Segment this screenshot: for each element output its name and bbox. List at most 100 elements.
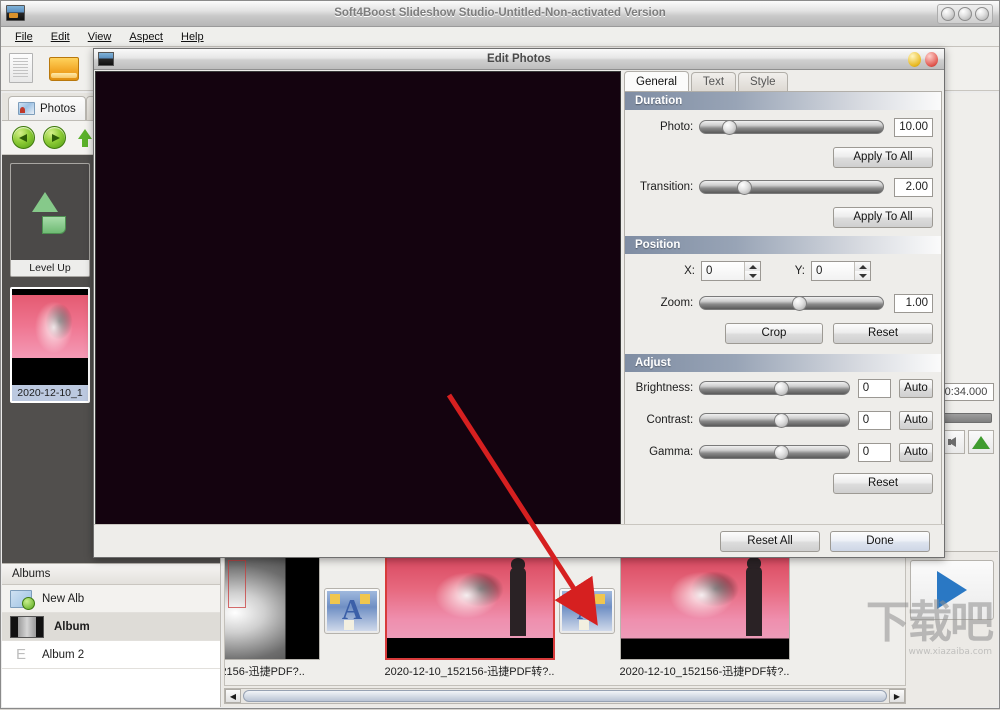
grid-item-label: 2020-12-10_1 [12,385,88,401]
slide-thumbnail[interactable] [224,555,320,660]
minimize-button[interactable] [941,7,955,21]
position-x-increment[interactable] [745,262,760,271]
filmstrip-slide[interactable]: 2020-12-10_152156-迅捷PDF转?.. [382,555,557,685]
transition-duration-value[interactable]: 2.00 [894,178,933,197]
gamma-label: Gamma: [633,446,693,458]
new-album-icon [10,590,32,608]
application-window: Soft4Boost Slideshow Studio-Untitled-Non… [0,0,1000,709]
timecode-display: 0:34.000 [938,383,994,401]
reset-all-button[interactable]: Reset All [720,531,820,552]
filmstrip-transition[interactable] [557,555,617,667]
position-x-value[interactable]: 0 [702,262,744,280]
menu-bar: File Edit View Aspect Help [1,27,999,47]
zoom-value[interactable]: 1.00 [894,294,933,313]
section-header-duration: Duration [625,92,941,110]
up-arrow-icon [30,190,70,234]
tab-general[interactable]: General [624,71,689,91]
photo-preview[interactable] [95,71,621,526]
section-header-position: Position [625,236,941,254]
filmstrip-scrollbar[interactable]: ◀ ▶ [224,688,906,704]
transition-duration-label: Transition: [633,181,693,193]
close-button[interactable] [975,7,989,21]
minimize-button[interactable] [908,52,921,67]
close-button[interactable] [925,52,938,67]
zoom-slider[interactable] [699,296,884,310]
filmstrip-track[interactable]: 0-12-10_152156-迅捷PDF?.. 2020-12-10_15215… [224,554,906,686]
photos-icon [18,102,35,115]
list-item-label: New Alb [42,593,84,605]
gamma-auto-button[interactable]: Auto [899,443,933,462]
contrast-slider[interactable] [699,413,850,427]
edit-photos-dialog: Edit Photos General [93,48,945,558]
dialog-title-bar: Edit Photos [94,49,944,70]
tab-photos[interactable]: Photos [8,96,86,120]
dialog-window-controls [908,52,938,67]
contrast-label: Contrast: [633,414,693,426]
adjust-reset-button[interactable]: Reset [833,473,933,494]
grid-item-level-up[interactable]: Level Up [10,163,90,277]
list-item-album-2[interactable]: E Album 2 [2,641,220,669]
slide-thumbnail-selected[interactable] [385,555,555,660]
position-y-stepper[interactable]: 0 [811,261,871,281]
albums-header: Albums [2,563,220,585]
scrollbar-thumb[interactable] [243,690,887,702]
position-y-label: Y: [761,265,805,277]
position-y-increment[interactable] [855,262,870,271]
brightness-label: Brightness: [633,382,693,394]
slide-thumbnail[interactable] [620,555,790,660]
position-y-decrement[interactable] [855,271,870,280]
position-x-stepper[interactable]: 0 [701,261,761,281]
scroll-left-icon[interactable]: ◀ [225,689,241,703]
transition-duration-slider[interactable] [699,180,884,194]
apply-photo-duration-to-all-button[interactable]: Apply To All [833,147,933,168]
list-item-album[interactable]: Album [2,613,220,641]
tab-photos-label: Photos [40,103,76,115]
brightness-auto-button[interactable]: Auto [899,379,933,398]
list-item-new-album[interactable]: New Alb [2,585,220,613]
tab-text[interactable]: Text [691,72,736,91]
filmstrip-slide[interactable]: 2020-12-10_152156-迅捷PDF转?.. [617,555,792,685]
title-bar: Soft4Boost Slideshow Studio-Untitled-Non… [1,1,999,27]
menu-item-aspect[interactable]: Aspect [121,29,171,45]
window-controls[interactable] [937,4,993,24]
position-reset-button[interactable]: Reset [833,323,933,344]
brightness-slider[interactable] [699,381,850,395]
done-button[interactable]: Done [830,531,930,552]
position-x-decrement[interactable] [745,271,760,280]
volume-slider[interactable] [940,413,992,423]
menu-item-edit[interactable]: Edit [43,29,78,45]
menu-item-help[interactable]: Help [173,29,212,45]
apply-transition-duration-to-all-button[interactable]: Apply To All [833,207,933,228]
menu-item-file[interactable]: File [7,29,41,45]
filmstrip-transition[interactable] [322,555,382,667]
green-triangle-icon[interactable] [968,430,994,454]
back-arrow-icon[interactable] [12,126,35,149]
position-x-label: X: [633,265,695,277]
player-side-strip: 0:34.000 [938,93,998,551]
new-document-icon[interactable] [9,53,39,85]
brightness-value[interactable]: 0 [858,379,891,398]
gamma-slider[interactable] [699,445,850,459]
next-arrow-icon[interactable] [910,560,994,620]
maximize-button[interactable] [958,7,972,21]
transition-icon [327,591,377,631]
grid-item-photo[interactable]: 2020-12-10_1 [10,287,90,403]
contrast-value[interactable]: 0 [858,411,891,430]
photo-duration-value[interactable]: 10.00 [894,118,933,137]
crop-button[interactable]: Crop [725,323,823,344]
dialog-title: Edit Photos [94,53,944,65]
gamma-value[interactable]: 0 [858,443,891,462]
contrast-auto-button[interactable]: Auto [899,411,933,430]
grid-item-label: Level Up [11,260,89,276]
scroll-right-icon[interactable]: ▶ [889,689,905,703]
section-header-adjust: Adjust [625,354,941,372]
menu-item-view[interactable]: View [80,29,120,45]
folder-icon[interactable] [49,53,79,85]
general-tab-content: Duration Photo: 10.00 Apply To All Trans… [624,91,942,526]
position-y-value[interactable]: 0 [812,262,854,280]
album-thumb-icon [10,616,44,638]
filmstrip-slide[interactable]: 0-12-10_152156-迅捷PDF?.. [224,555,322,685]
tab-style[interactable]: Style [738,72,788,91]
forward-arrow-icon[interactable] [43,126,66,149]
photo-duration-slider[interactable] [699,120,884,134]
